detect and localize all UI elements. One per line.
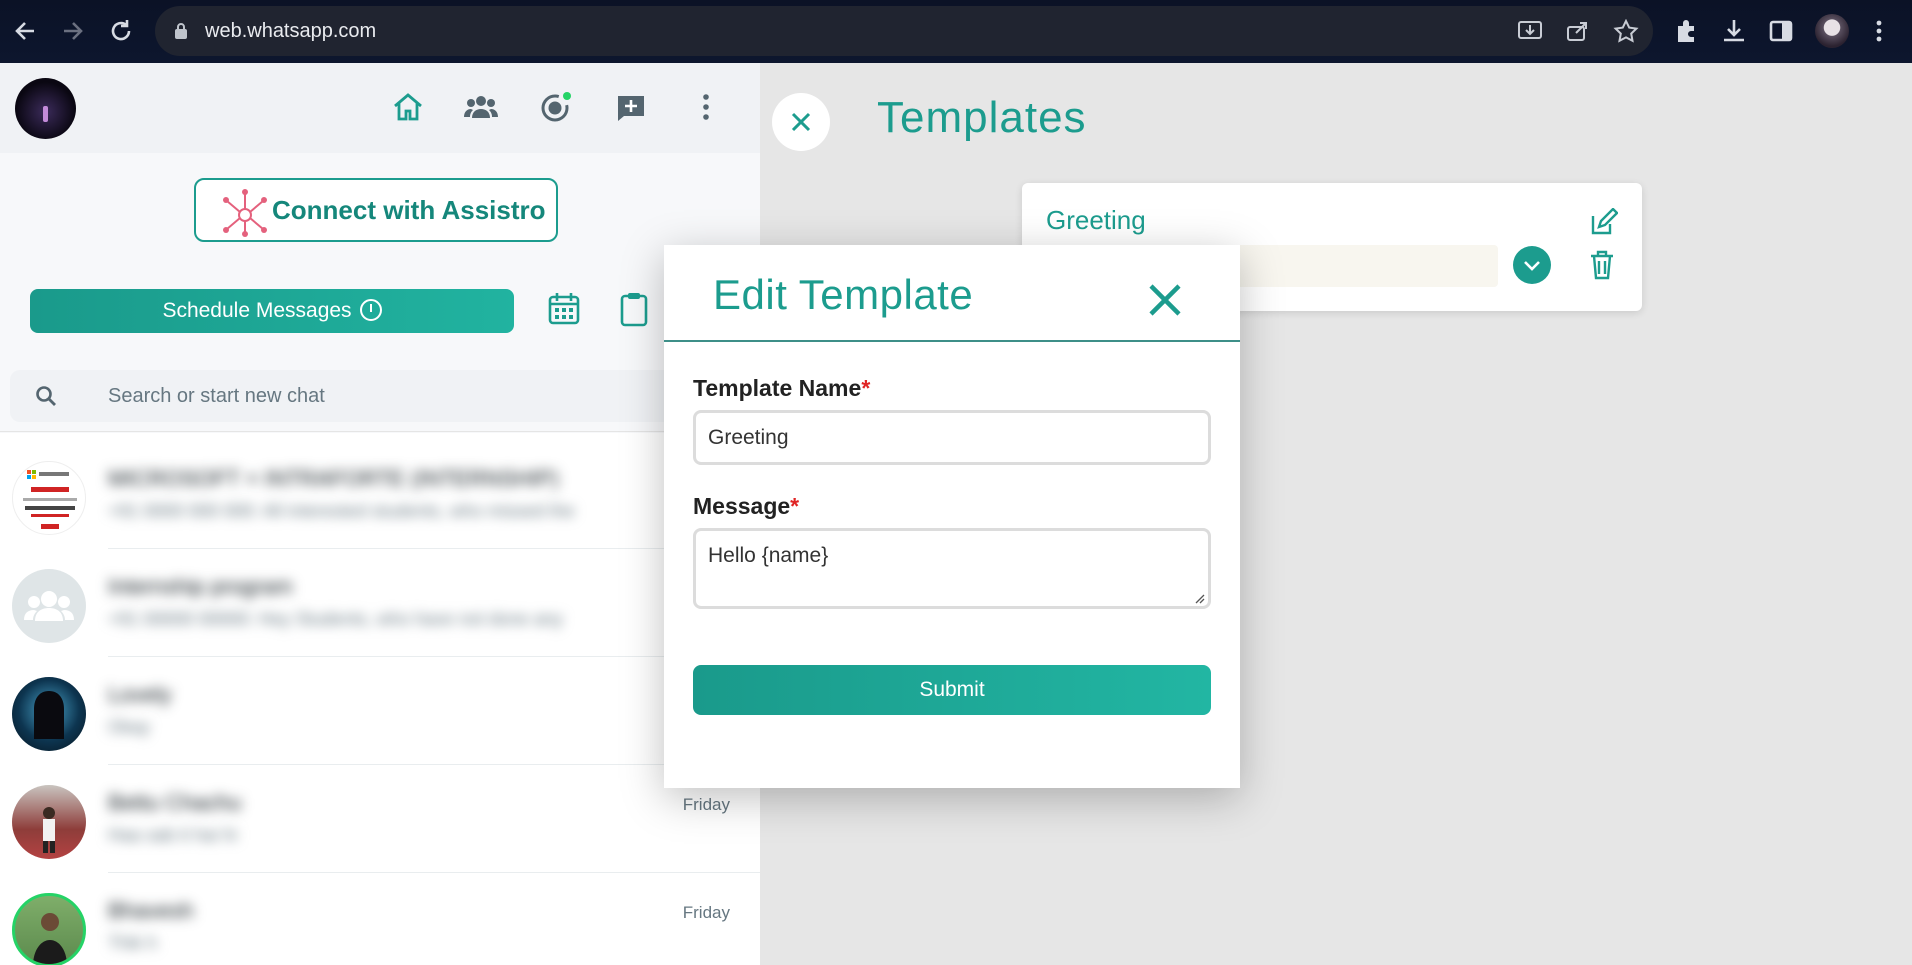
divider bbox=[0, 431, 760, 432]
message-textarea[interactable]: Hello {name} bbox=[693, 528, 1211, 609]
left-header bbox=[0, 63, 760, 153]
template-card-name: Greeting bbox=[1046, 205, 1146, 235]
forward-arrow-icon[interactable] bbox=[58, 14, 88, 48]
browser-toolbar: web.whatsapp.com bbox=[0, 0, 1912, 63]
delete-trash-icon[interactable] bbox=[1588, 249, 1616, 281]
chat-name: Internship program bbox=[108, 574, 293, 599]
downloads-icon[interactable] bbox=[1720, 17, 1748, 45]
close-icon bbox=[791, 112, 811, 132]
chat-list-item[interactable]: Lovely Okay S bbox=[0, 657, 760, 765]
chat-list-panel: Connect with Assistro Schedule Messages … bbox=[0, 63, 760, 965]
chevron-down-icon bbox=[1524, 261, 1540, 271]
chat-name: Bettu Chachu bbox=[108, 790, 242, 815]
connect-assistro-label: Connect with Assistro bbox=[272, 194, 546, 225]
chat-preview: Haa sab ti hai hi bbox=[108, 825, 238, 845]
install-app-icon[interactable] bbox=[1517, 19, 1543, 43]
reload-icon[interactable] bbox=[106, 14, 136, 48]
clock-icon bbox=[359, 299, 382, 321]
search-icon bbox=[36, 386, 56, 406]
chat-avatar bbox=[12, 461, 86, 535]
chat-preview: +91 00000 00000: Hey Students, who have … bbox=[108, 609, 563, 629]
connect-assistro-button[interactable]: Connect with Assistro bbox=[194, 178, 558, 242]
chat-avatar bbox=[12, 677, 86, 751]
template-name-label-text: Template Name bbox=[693, 375, 862, 401]
group-avatar-icon bbox=[12, 569, 86, 643]
expand-template-button[interactable] bbox=[1513, 246, 1551, 284]
chat-list-item[interactable]: Bhavesh Thik h Friday bbox=[0, 873, 760, 965]
chat-name: MICROSOFT × INTRAFORTE (INTERNSHIP) bbox=[108, 466, 559, 491]
address-bar[interactable]: web.whatsapp.com bbox=[155, 6, 1653, 56]
communities-icon[interactable] bbox=[463, 89, 499, 125]
side-panel-icon[interactable] bbox=[1767, 17, 1795, 45]
chat-preview: Okay bbox=[108, 717, 151, 737]
modal-divider bbox=[664, 340, 1240, 342]
chat-name: Bhavesh bbox=[108, 898, 194, 923]
home-icon[interactable] bbox=[390, 89, 426, 125]
required-mark: * bbox=[790, 493, 800, 519]
browser-menu-icon[interactable] bbox=[1865, 17, 1893, 45]
share-icon[interactable] bbox=[1565, 19, 1591, 43]
template-name-label: Template Name* bbox=[693, 375, 870, 402]
edit-template-modal: Edit Template Template Name* Greeting Me… bbox=[664, 245, 1240, 788]
chat-preview: +91 0000 000 000: All interested student… bbox=[108, 501, 575, 521]
menu-kebab-icon[interactable] bbox=[688, 89, 724, 125]
profile-avatar[interactable] bbox=[1815, 14, 1849, 48]
clipboard-icon[interactable] bbox=[617, 291, 651, 327]
chat-avatar bbox=[12, 785, 86, 859]
template-name-input[interactable]: Greeting bbox=[693, 410, 1211, 465]
close-modal-icon[interactable] bbox=[1146, 281, 1184, 319]
my-avatar[interactable] bbox=[15, 78, 76, 139]
search-bar[interactable]: Search or start new chat bbox=[10, 370, 750, 422]
calendar-icon[interactable] bbox=[547, 291, 581, 327]
back-arrow-icon[interactable] bbox=[10, 14, 40, 48]
message-label: Message* bbox=[693, 493, 799, 520]
close-templates-button[interactable] bbox=[772, 93, 830, 151]
chat-name: Lovely bbox=[108, 682, 172, 707]
chat-list-item[interactable]: Internship program +91 00000 00000: Hey … bbox=[0, 549, 760, 657]
new-chat-icon[interactable] bbox=[613, 89, 649, 125]
message-label-text: Message bbox=[693, 493, 791, 519]
status-icon[interactable] bbox=[538, 89, 574, 125]
chat-list-item[interactable]: MICROSOFT × INTRAFORTE (INTERNSHIP) +91 … bbox=[0, 441, 760, 549]
extensions-puzzle-icon[interactable] bbox=[1673, 17, 1701, 45]
bookmark-star-icon[interactable] bbox=[1613, 19, 1639, 43]
lock-icon bbox=[175, 23, 187, 39]
schedule-messages-button[interactable]: Schedule Messages bbox=[30, 289, 514, 333]
chat-time: Friday bbox=[682, 795, 730, 814]
chat-avatar bbox=[12, 893, 86, 965]
search-placeholder: Search or start new chat bbox=[108, 385, 325, 407]
resize-grip-icon[interactable] bbox=[1193, 592, 1205, 604]
network-nodes-icon bbox=[223, 189, 267, 237]
url-text: web.whatsapp.com bbox=[205, 20, 377, 42]
chat-list-item[interactable]: Bettu Chachu Haa sab ti hai hi Friday bbox=[0, 765, 760, 873]
chat-preview: Thik h bbox=[108, 933, 158, 953]
modal-title: Edit Template bbox=[713, 271, 974, 318]
chat-time: Friday bbox=[682, 903, 730, 922]
required-mark: * bbox=[861, 375, 871, 401]
submit-button[interactable]: Submit bbox=[693, 665, 1211, 715]
edit-pencil-icon[interactable] bbox=[1588, 208, 1618, 238]
templates-title: Templates bbox=[877, 93, 1087, 142]
schedule-messages-label: Schedule Messages bbox=[162, 299, 352, 322]
